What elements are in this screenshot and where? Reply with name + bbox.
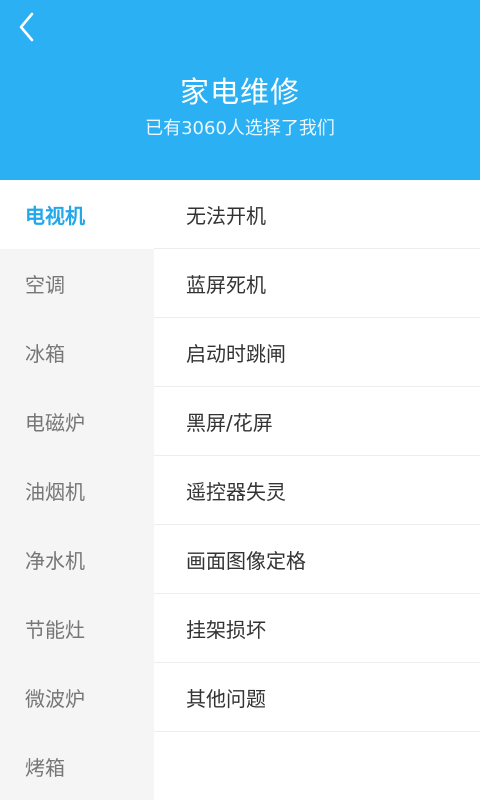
- category-sidebar: 电视机 空调 冰箱 电磁炉 油烟机 净水机 节能灶 微波炉 烤箱: [0, 180, 154, 800]
- category-item-energy-saving-stove[interactable]: 节能灶: [0, 594, 154, 663]
- category-item-range-hood[interactable]: 油烟机: [0, 456, 154, 525]
- back-button[interactable]: [10, 10, 44, 44]
- category-label: 电磁炉: [25, 411, 85, 435]
- problem-label: 蓝屏死机: [186, 272, 266, 297]
- problem-label: 挂架损坏: [186, 617, 266, 642]
- problem-label: 其他问题: [186, 686, 266, 711]
- problem-label: 黑屏/花屏: [186, 410, 273, 435]
- category-item-air-conditioner[interactable]: 空调: [0, 249, 154, 318]
- category-item-microwave[interactable]: 微波炉: [0, 663, 154, 732]
- problem-item[interactable]: 遥控器失灵: [154, 456, 480, 525]
- problem-item[interactable]: 其他问题: [154, 663, 480, 732]
- problem-label: 画面图像定格: [186, 548, 306, 573]
- category-item-water-purifier[interactable]: 净水机: [0, 525, 154, 594]
- category-item-refrigerator[interactable]: 冰箱: [0, 318, 154, 387]
- category-label: 微波炉: [25, 687, 85, 711]
- problem-item[interactable]: 蓝屏死机: [154, 249, 480, 318]
- problem-label: 遥控器失灵: [186, 479, 286, 504]
- category-label: 冰箱: [25, 342, 65, 366]
- page-title: 家电维修: [179, 75, 300, 109]
- problem-item[interactable]: 挂架损坏: [154, 594, 480, 663]
- page-subtitle: 已有3060人选择了我们: [145, 118, 335, 139]
- category-label: 油烟机: [25, 480, 85, 504]
- problem-item[interactable]: 画面图像定格: [154, 525, 480, 594]
- header: 家电维修 已有3060人选择了我们: [0, 0, 480, 180]
- category-label: 净水机: [25, 549, 85, 573]
- chevron-left-icon: [19, 12, 34, 42]
- category-label: 烤箱: [25, 756, 65, 780]
- appliance-repair-screen: 家电维修 已有3060人选择了我们 电视机 空调 冰箱 电磁炉 油烟机 净水机: [0, 0, 480, 800]
- problem-item[interactable]: 启动时跳闸: [154, 318, 480, 387]
- category-item-oven[interactable]: 烤箱: [0, 732, 154, 800]
- problem-item[interactable]: 黑屏/花屏: [154, 387, 480, 456]
- problem-list: 无法开机 蓝屏死机 启动时跳闸 黑屏/花屏 遥控器失灵 画面图像定格 挂架损坏 …: [154, 180, 480, 800]
- category-label: 节能灶: [25, 618, 85, 642]
- problem-label: 启动时跳闸: [186, 341, 286, 366]
- category-item-tv[interactable]: 电视机: [0, 180, 154, 249]
- category-label: 电视机: [25, 204, 85, 228]
- category-item-induction-cooker[interactable]: 电磁炉: [0, 387, 154, 456]
- repair-content: 电视机 空调 冰箱 电磁炉 油烟机 净水机 节能灶 微波炉 烤箱 无法开机 蓝屏…: [0, 180, 480, 800]
- problem-item[interactable]: 无法开机: [154, 180, 480, 249]
- problem-label: 无法开机: [186, 203, 266, 228]
- category-label: 空调: [25, 273, 65, 297]
